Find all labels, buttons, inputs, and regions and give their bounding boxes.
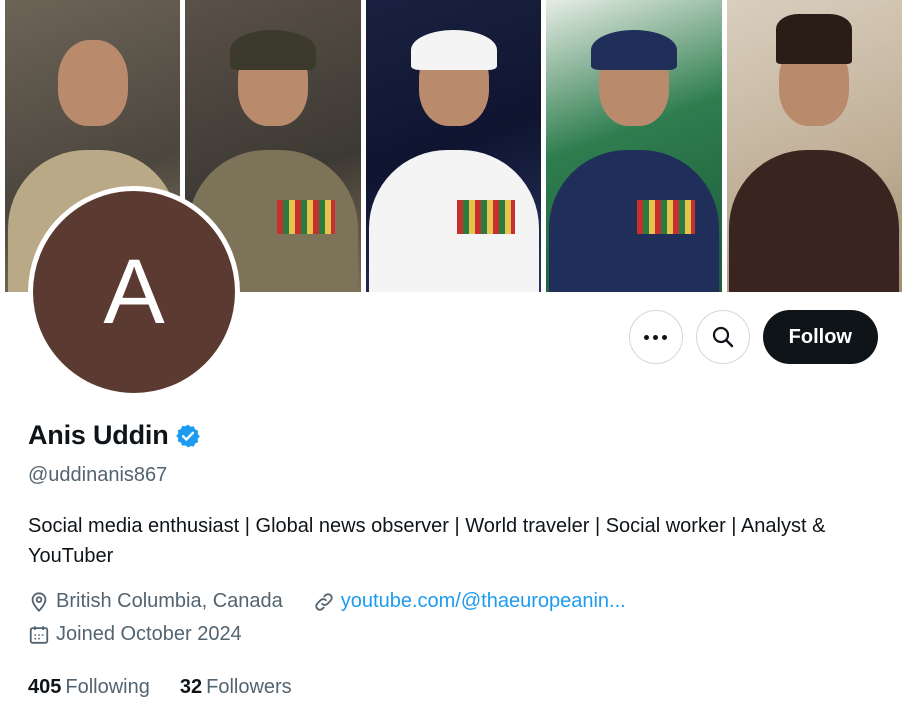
profile-meta-joined: Joined October 2024 [28,623,242,646]
profile-name: Anis Uddin [28,420,169,450]
portrait-head [57,40,128,126]
calendar-icon [29,625,49,644]
followers-stat[interactable]: 32 Followers [180,676,292,699]
portrait-cap [410,30,497,70]
portrait-cap [776,14,853,64]
followers-count: 32 [179,676,203,698]
link-icon [315,592,333,611]
profile-bio: Social media enthusiast | Global news ob… [28,515,826,567]
banner-portrait-4 [546,0,722,292]
profile-location: British Columbia, Canada [56,590,283,612]
profile-stats: 405 Following 32 Followers [28,676,292,699]
search-button[interactable] [695,310,750,364]
medal-ribbons [276,200,335,234]
medal-ribbons [637,200,696,234]
avatar-letter: A [103,241,165,343]
medal-ribbons [457,200,516,234]
banner-portrait-5 [726,0,902,292]
portrait-body [729,150,900,292]
followers-label: Followers [206,676,292,698]
following-count: 405 [28,676,62,698]
following-stat[interactable]: 405 Following [28,676,150,699]
portrait-cap [230,30,317,70]
search-icon [712,326,733,348]
verified-badge-icon[interactable] [175,423,201,449]
profile-handle: @uddinanis867 [28,464,168,486]
more-button[interactable] [628,310,683,364]
profile-name-row: Anis Uddin [28,420,201,451]
portrait-cap [590,30,677,70]
profile-actions: Follow [628,310,878,364]
location-pin-icon [31,591,47,612]
banner-portrait-3 [365,0,542,292]
more-dots-icon [644,334,668,340]
follow-button[interactable]: Follow [762,310,878,364]
profile-meta-location-link: British Columbia, Canada youtube.com/@th… [28,590,626,613]
following-label: Following [65,676,150,698]
profile-website-link[interactable]: youtube.com/@thaeuropeanin... [341,590,626,613]
profile-joined-date: Joined October 2024 [56,623,242,645]
avatar[interactable]: A [28,186,240,398]
